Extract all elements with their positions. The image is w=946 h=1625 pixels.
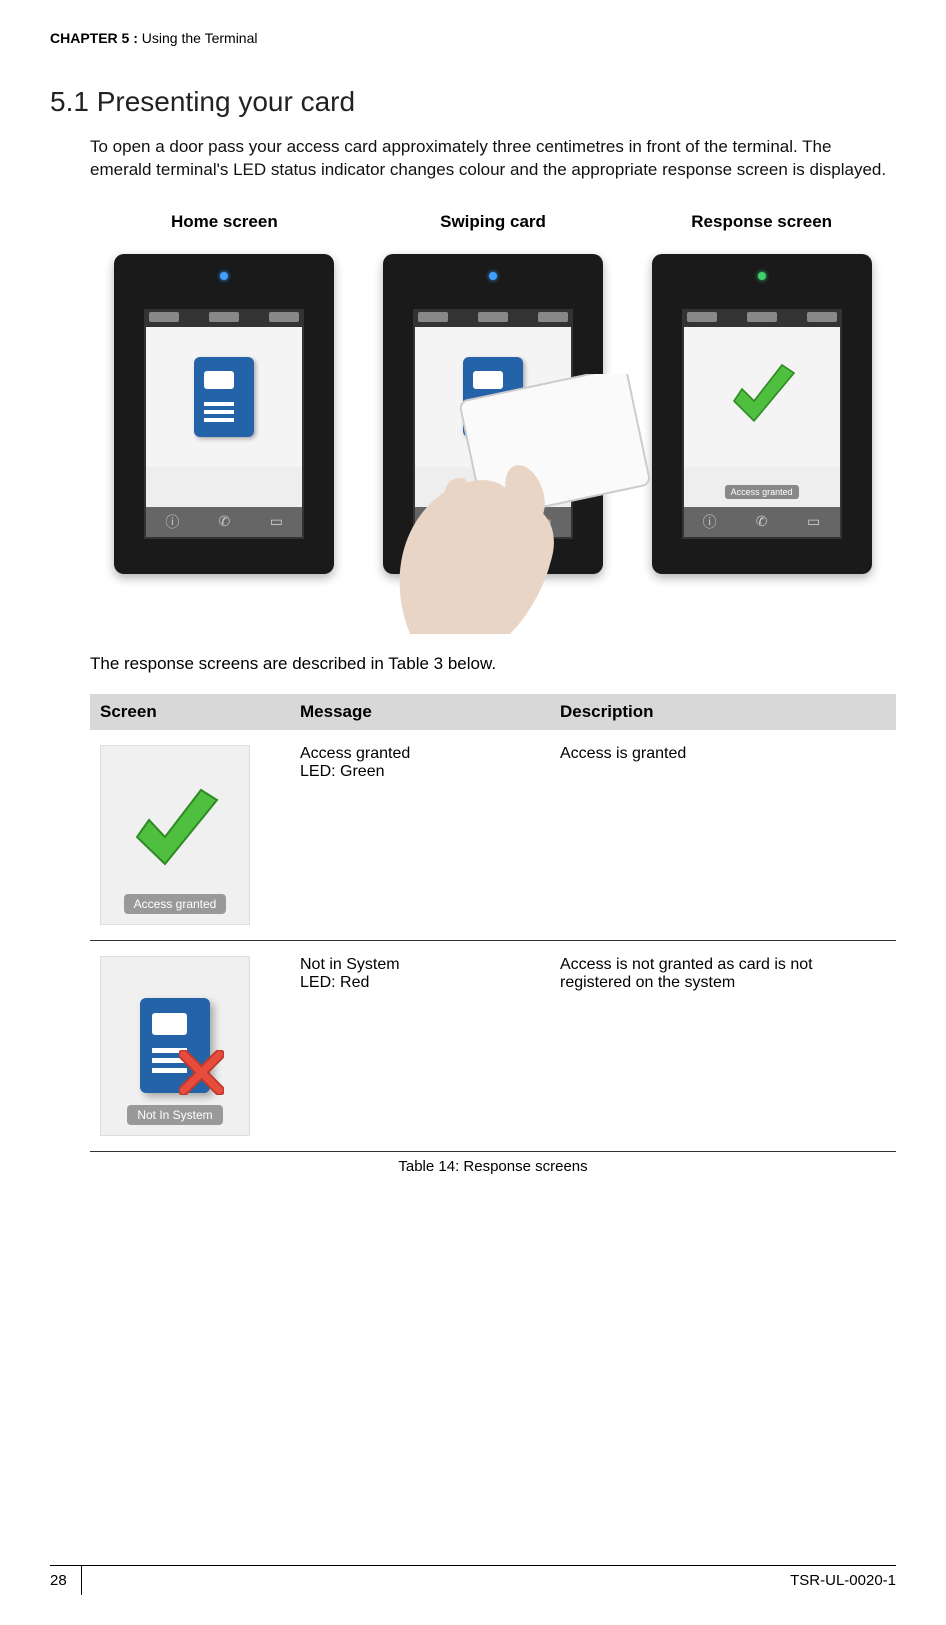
terminal-labels-row: Home screen Swiping card Response screen [90,212,896,244]
thumb-pill: Access granted [124,894,227,914]
message-line2: LED: Green [300,763,560,781]
message-line2: LED: Red [300,974,560,992]
message-line1: Not in System [300,956,560,974]
document-id: TSR-UL-0020-1 [790,1566,896,1595]
chapter-label: CHAPTER 5 : [50,30,142,46]
phone-icon: ✆ [752,512,772,532]
terminal-screen: Access granted ⓘ ✆ ▭ [682,309,842,539]
terminal-images-row: ⓘ ✆ ▭ ⓘ ✆ ▭ [90,254,896,634]
led-indicator-icon [489,272,497,280]
page-footer: 28 TSR-UL-0020-1 [50,1565,896,1595]
monitor-icon: ▭ [804,512,824,532]
thumb-access-granted: Access granted [100,745,250,925]
access-granted-pill: Access granted [725,485,799,499]
response-table: Screen Message Description Access grante… [90,694,896,1175]
table-header-row: Screen Message Description [90,694,896,730]
page-number: 28 [50,1566,82,1595]
chapter-title: Using the Terminal [142,30,258,46]
x-icon [179,1050,224,1095]
led-indicator-icon [758,272,766,280]
th-message: Message [300,702,560,722]
thumb-not-in-system: Not In System [100,956,250,1136]
monitor-icon: ▭ [266,512,286,532]
table-row: Not In System Not in System LED: Red Acc… [90,941,896,1152]
terminal-label-home: Home screen [90,212,359,232]
terminal-screen: ⓘ ✆ ▭ [144,309,304,539]
description-text: Access is not granted as card is not reg… [560,956,886,992]
message-line1: Access granted [300,745,560,763]
thumb-pill: Not In System [127,1105,222,1125]
info-icon: ⓘ [162,512,182,532]
led-indicator-icon [220,272,228,280]
card-icon [194,357,254,437]
section-title: 5.1 Presenting your card [50,86,896,118]
th-screen: Screen [100,702,300,722]
terminal-device-home: ⓘ ✆ ▭ [114,254,334,574]
terminal-device-response: Access granted ⓘ ✆ ▭ [652,254,872,574]
table-caption: Table 14: Response screens [90,1158,896,1175]
table-intro: The response screens are described in Ta… [90,654,896,674]
section-intro: To open a door pass your access card app… [90,136,896,182]
checkmark-icon [125,782,225,887]
chapter-header: CHAPTER 5 : Using the Terminal [50,30,896,46]
checkmark-icon [722,357,802,437]
hand-holding-card-icon [350,374,670,634]
terminal-label-response: Response screen [627,212,896,232]
info-icon: ⓘ [700,512,720,532]
phone-icon: ✆ [214,512,234,532]
terminal-label-swiping: Swiping card [359,212,628,232]
description-text: Access is granted [560,745,886,763]
th-description: Description [560,702,886,722]
table-row: Access granted Access granted LED: Green… [90,730,896,941]
